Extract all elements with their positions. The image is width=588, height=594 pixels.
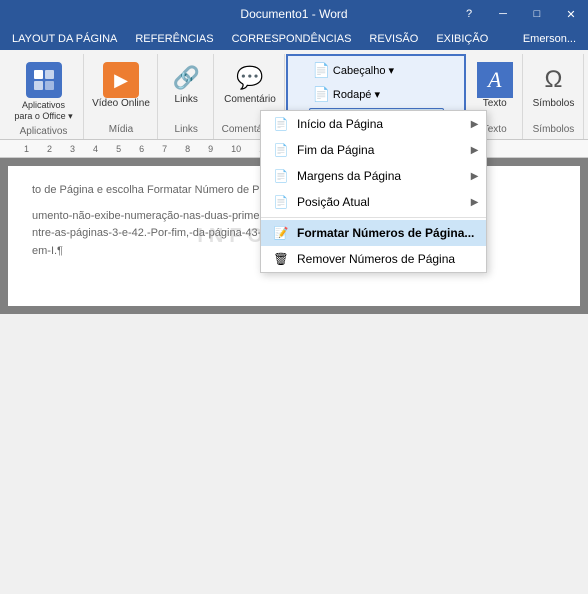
numero-pagina-dropdown: 📄 Início da Página ▶ 📄 Fim da Página ▶ 📄… (260, 110, 487, 273)
menu-exibicao[interactable]: EXIBIÇÃO (428, 31, 496, 47)
aplicativos-button[interactable]: Aplicativos para o Office ▾ (8, 58, 78, 126)
links-button[interactable]: 🔗 Links (162, 58, 210, 109)
maximize-button[interactable]: □ (520, 0, 554, 28)
video-online-button[interactable]: ▶ Vídeo Online (86, 58, 156, 113)
formatar-label: Formatar Números de Página... (297, 226, 474, 240)
ribbon: Aplicativos para o Office ▾ Aplicativos … (0, 50, 588, 140)
inicio-arrow: ▶ (471, 119, 479, 130)
ribbon-group-links: 🔗 Links Links (159, 54, 214, 139)
formatar-icon: 📝 (273, 225, 289, 241)
rodape-button[interactable]: 📄 Rodapé ▾ (309, 84, 444, 105)
aplicativos-group-label: Aplicativos (20, 126, 68, 139)
fim-icon: 📄 (273, 142, 289, 158)
ribbon-group-midia: ▶ Vídeo Online Mídia (85, 54, 158, 139)
menu-revisao[interactable]: REVISÃO (361, 31, 426, 47)
simbolos-group-label: Símbolos (533, 124, 575, 137)
midia-group-label: Mídia (109, 124, 133, 137)
title-bar: Documento1 - Word ? ─ □ ✕ (0, 0, 588, 28)
posicao-arrow: ▶ (471, 197, 479, 208)
texto-label: Texto (483, 98, 507, 109)
texto-button[interactable]: A Texto (471, 58, 519, 113)
dropdown-posicao-atual[interactable]: 📄 Posição Atual ▶ (261, 189, 486, 215)
inicio-label: Início da Página (297, 117, 383, 131)
menu-referencias[interactable]: REFERÊNCIAS (127, 31, 221, 47)
cabecalho-button[interactable]: 📄 Cabeçalho ▾ (309, 60, 444, 81)
comentario-label: Comentário (224, 94, 276, 105)
menu-correspondencias[interactable]: CORRESPONDÊNCIAS (224, 31, 360, 47)
dropdown-formatar-numeros[interactable]: 📝 Formatar Números de Página... (261, 220, 486, 246)
links-label: Links (175, 94, 198, 105)
close-button[interactable]: ✕ (554, 0, 588, 28)
inicio-icon: 📄 (273, 116, 289, 132)
aplicativos-label: Aplicativos para o Office ▾ (14, 100, 72, 122)
fim-label: Fim da Página (297, 143, 374, 157)
comment-icon: 💬 (234, 62, 266, 94)
help-button[interactable]: ? (452, 0, 486, 28)
menu-bar: LAYOUT DA PÁGINA REFERÊNCIAS CORRESPONDÊ… (0, 28, 588, 50)
video-icon: ▶ (103, 62, 139, 98)
remover-label: Remover Números de Página (297, 252, 455, 266)
apps-icon (26, 62, 62, 98)
dropdown-inicio-pagina[interactable]: 📄 Início da Página ▶ (261, 111, 486, 137)
dropdown-fim-pagina[interactable]: 📄 Fim da Página ▶ (261, 137, 486, 163)
window-controls: ? ─ □ ✕ (452, 0, 588, 28)
omega-icon: Ω (535, 62, 571, 98)
cabecalho-label: Cabeçalho ▾ (333, 64, 394, 77)
minimize-button[interactable]: ─ (486, 0, 520, 28)
video-label: Vídeo Online (92, 98, 150, 109)
menu-layout[interactable]: LAYOUT DA PÁGINA (4, 31, 125, 47)
cabecalho-icon: 📄 (313, 62, 329, 79)
margens-icon: 📄 (273, 168, 289, 184)
remover-icon: 🗑 (273, 251, 289, 267)
simbolos-button[interactable]: Ω Símbolos (527, 58, 581, 113)
simbolos-label: Símbolos (533, 98, 575, 109)
comentario-button[interactable]: 💬 Comentário (218, 58, 282, 109)
dropdown-separator (261, 217, 486, 218)
link-icon: 🔗 (170, 62, 202, 94)
rodape-icon: 📄 (313, 86, 329, 103)
rodape-label: Rodapé ▾ (333, 88, 380, 101)
ribbon-group-simbolos: Ω Símbolos Símbolos (524, 54, 584, 139)
dropdown-remover-numeros[interactable]: 🗑 Remover Números de Página (261, 246, 486, 272)
margens-label: Margens da Página (297, 169, 401, 183)
margens-arrow: ▶ (471, 171, 479, 182)
posicao-label: Posição Atual (297, 195, 370, 209)
fim-arrow: ▶ (471, 145, 479, 156)
user-menu[interactable]: Emerson... (515, 31, 584, 47)
text-icon: A (477, 62, 513, 98)
dropdown-margens-pagina[interactable]: 📄 Margens da Página ▶ (261, 163, 486, 189)
links-group-label: Links (175, 124, 198, 137)
ribbon-group-aplicativos: Aplicativos para o Office ▾ Aplicativos (4, 54, 84, 139)
posicao-icon: 📄 (273, 194, 289, 210)
